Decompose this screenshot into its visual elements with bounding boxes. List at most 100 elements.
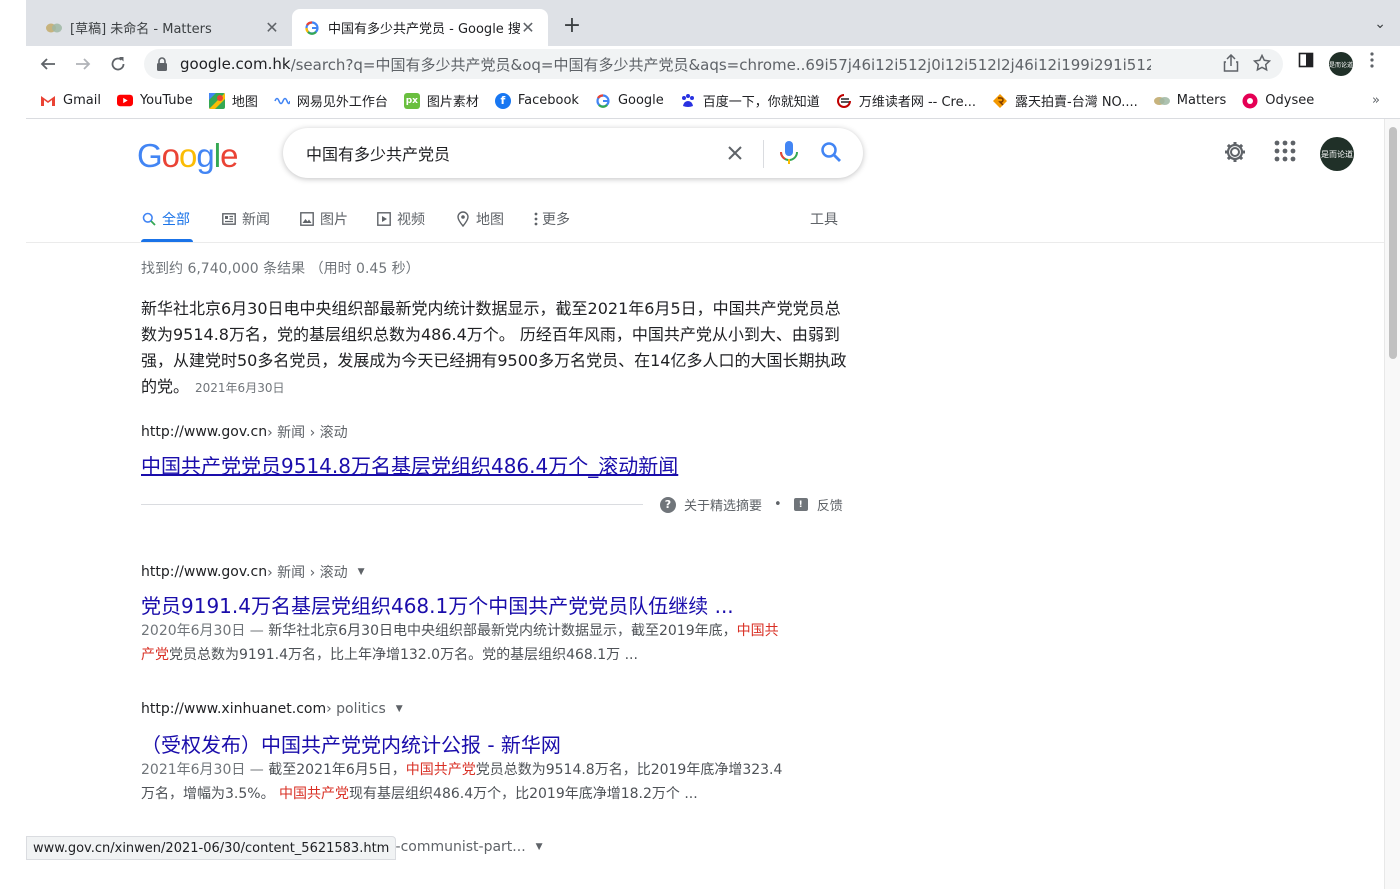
- tab-news[interactable]: 新闻: [221, 209, 270, 229]
- bookmark-label: 地图: [231, 95, 258, 110]
- bookmark-odysee[interactable]: Odysee: [1242, 93, 1314, 109]
- bookmark-facebook[interactable]: f Facebook: [494, 92, 579, 109]
- forward-icon[interactable]: [71, 52, 95, 76]
- help-icon: ?: [660, 496, 676, 513]
- bookmark-wanwei[interactable]: 万维读者网 -- Cre...: [836, 91, 976, 110]
- about-featured-snippets-link[interactable]: 关于精选摘要: [684, 495, 762, 514]
- bookmarks-bar: Gmail YouTube 地图 网易见外工作台 px 图片素材 f Faceb…: [26, 83, 1400, 119]
- facebook-icon: f: [494, 92, 511, 109]
- search-icon[interactable]: [819, 140, 843, 168]
- snippet-highlight: 中国共产党: [279, 786, 350, 802]
- search-input[interactable]: [306, 143, 706, 163]
- result-date: 2020年6月30日: [141, 623, 246, 639]
- bookmark-maps[interactable]: 地图: [208, 91, 258, 110]
- bookmark-label: 图片素材: [426, 95, 479, 110]
- search-divider: [763, 140, 764, 168]
- search-icon: [141, 211, 157, 227]
- tab-all[interactable]: 全部: [141, 209, 190, 229]
- bookmark-label: Gmail: [63, 93, 101, 108]
- result-title-link[interactable]: （受权发布）中国共产党党内统计公报 - 新华网: [141, 729, 561, 758]
- bookmark-google[interactable]: Google: [595, 93, 664, 109]
- result-title-link[interactable]: 党员9191.4万名基层党组织468.1万个中国共产党党员队伍继续 ...: [141, 590, 734, 619]
- snippet-text: 党员总数为9191.4万名，比上年净增132.0万名。党的基层组织468.1万 …: [169, 647, 638, 663]
- tab-videos[interactable]: 视频: [376, 209, 425, 229]
- browser-menu-icon[interactable]: [1370, 52, 1374, 68]
- account-avatar[interactable]: 是而论道: [1320, 137, 1354, 171]
- gear-icon[interactable]: [1223, 140, 1247, 164]
- close-icon[interactable]: ✕: [264, 18, 280, 37]
- youtube-icon: [116, 93, 133, 109]
- bookmark-label: YouTube: [139, 93, 193, 108]
- tab-maps[interactable]: 地图: [455, 209, 504, 229]
- result-cite[interactable]: http://www.xinhuanet.com › politics ▼: [141, 701, 403, 717]
- result-snippet: 2020年6月30日 — 新华社北京6月30日电中央组织部最新党内统计数据显示，…: [141, 619, 791, 667]
- caret-down-icon[interactable]: ▼: [536, 842, 543, 852]
- more-vert-icon: [532, 211, 540, 227]
- bookmark-baidu[interactable]: 百度一下，你就知道: [680, 91, 820, 110]
- reload-icon[interactable]: [106, 52, 130, 76]
- bookmark-youtube[interactable]: YouTube: [116, 93, 193, 109]
- bookmark-label: 百度一下，你就知道: [702, 95, 820, 110]
- featured-footer-actions: ? 关于精选摘要 • ! 反馈: [660, 495, 843, 514]
- cite-host: http://www.gov.cn: [141, 424, 268, 440]
- bookmark-ruten[interactable]: 露天拍賣-台灣 NO....: [992, 91, 1138, 110]
- cite-breadcrumb: › politics: [326, 701, 386, 717]
- wave-icon: [274, 93, 290, 109]
- tab-search-menu-icon[interactable]: ⌄: [1374, 16, 1386, 32]
- caret-down-icon[interactable]: ▼: [358, 567, 365, 577]
- apps-grid-icon[interactable]: [1274, 140, 1296, 162]
- bookmark-wangyi[interactable]: 网易见外工作台: [274, 91, 388, 110]
- tab-more[interactable]: 更多: [532, 209, 570, 229]
- featured-snippet: 新华社北京6月30日电中央组织部最新党内统计数据显示，截至2021年6月5日，中…: [141, 296, 851, 401]
- scrollbar-thumb[interactable]: [1389, 127, 1397, 359]
- tab-images[interactable]: 图片: [299, 209, 348, 229]
- share-icon[interactable]: [1223, 53, 1239, 76]
- feedback-link[interactable]: 反馈: [817, 495, 843, 514]
- result-cite[interactable]: http://www.gov.cn › 新闻 › 滚动 ▼: [141, 562, 365, 582]
- cite-breadcrumb: › 新闻 › 滚动: [267, 565, 348, 581]
- tools-button[interactable]: 工具: [810, 209, 838, 229]
- bookmark-label: 万维读者网 -- Cre...: [858, 95, 976, 110]
- result-cite[interactable]: ese-communist-part... ▼: [371, 839, 543, 855]
- close-icon[interactable]: ✕: [520, 18, 536, 37]
- url-host: google.com.hk: [180, 55, 291, 73]
- bookmarks-more-icon[interactable]: »: [1372, 93, 1380, 108]
- tab-label: 视频: [397, 212, 425, 228]
- google-logo[interactable]: Google: [137, 137, 238, 175]
- snippet-text: 新华社北京6月30日电中央组织部最新党内统计数据显示，截至2019年底，: [268, 623, 737, 639]
- side-panel-icon[interactable]: [1298, 52, 1314, 68]
- wanwei-icon: [836, 93, 852, 109]
- result-date: 2021年6月30日: [141, 762, 246, 778]
- snippet-highlight: 中国共产党: [405, 762, 476, 778]
- back-icon[interactable]: [36, 52, 60, 76]
- tab-label: 全部: [162, 212, 190, 228]
- tab-title: [草稿] 未命名 - Matters: [70, 22, 212, 37]
- snippet-text: 截至2021年6月5日，: [268, 762, 406, 778]
- date-separator: —: [245, 762, 269, 778]
- browser-chrome: [草稿] 未命名 - Matters ✕ 中国有多少共产党员 - Google …: [26, 0, 1400, 119]
- tab-matters-draft[interactable]: [草稿] 未命名 - Matters ✕: [34, 9, 292, 46]
- bookmark-px[interactable]: px 图片素材: [403, 91, 479, 110]
- tab-google-search[interactable]: 中国有多少共产党员 - Google 搜 ✕: [292, 9, 548, 46]
- maps-icon: [208, 92, 225, 109]
- page-scrollbar[interactable]: [1384, 119, 1400, 889]
- bookmark-gmail[interactable]: Gmail: [40, 93, 101, 109]
- url-path: /search?q=中国有多少共产党员&oq=中国有多少共产党员&aqs=chr…: [290, 55, 1151, 74]
- new-tab-button[interactable]: +: [560, 14, 584, 38]
- profile-avatar-text: 是而论道: [1329, 52, 1353, 76]
- tab-label: 地图: [476, 212, 504, 228]
- star-icon[interactable]: [1252, 53, 1272, 76]
- date-separator: —: [245, 623, 269, 639]
- caret-down-icon[interactable]: ▼: [396, 704, 403, 714]
- active-tab-indicator: [141, 239, 193, 242]
- bookmark-label: 网易见外工作台: [296, 95, 388, 110]
- featured-cite[interactable]: http://www.gov.cn › 新闻 › 滚动: [141, 422, 348, 442]
- address-bar[interactable]: google.com.hk /search?q=中国有多少共产党员&oq=中国有…: [144, 49, 1283, 79]
- divider: [141, 504, 643, 505]
- profile-avatar[interactable]: 是而论道: [1329, 52, 1353, 76]
- featured-result-link[interactable]: 中国共产党党员9514.8万名基层党组织486.4万个_滚动新闻: [141, 450, 678, 479]
- microphone-icon[interactable]: [777, 140, 801, 170]
- bookmark-label: Google: [617, 93, 664, 108]
- clear-icon[interactable]: [723, 141, 747, 165]
- bookmark-matters[interactable]: Matters: [1153, 93, 1226, 109]
